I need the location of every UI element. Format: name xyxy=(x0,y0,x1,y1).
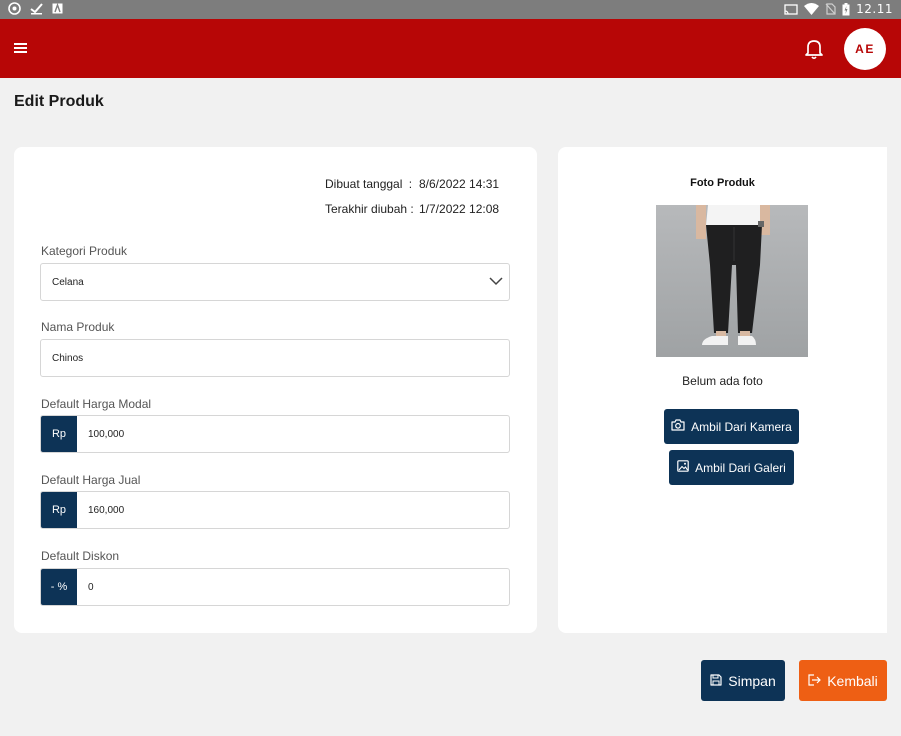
back-button[interactable]: Kembali xyxy=(799,660,887,701)
name-label: Nama Produk xyxy=(41,320,115,334)
exit-icon xyxy=(808,673,822,689)
photo-status: Belum ada foto xyxy=(682,374,763,388)
save-icon xyxy=(710,673,722,689)
percent-prefix: - % xyxy=(41,569,77,605)
cost-price-value: 100,000 xyxy=(88,428,125,440)
cost-price-label: Default Harga Modal xyxy=(41,397,152,411)
app-bar: AE xyxy=(0,19,901,78)
product-name-value: Chinos xyxy=(52,352,84,364)
menu-icon[interactable] xyxy=(14,43,27,54)
gallery-button-label: Ambil Dari Galeri xyxy=(695,460,786,475)
user-avatar[interactable]: AE xyxy=(844,28,886,70)
clock: 12.11 xyxy=(856,2,893,16)
product-form-card: Dibuat tanggal : 8/6/2022 14:31 Terakhir … xyxy=(14,147,537,633)
cost-price-input[interactable]: Rp 100,000 xyxy=(40,415,510,453)
wifi-icon xyxy=(804,3,820,15)
discount-value: 0 xyxy=(88,581,94,593)
updated-date-value: 1/7/2022 12:08 xyxy=(419,202,500,216)
product-photo-card: Foto Produk Belum ada foto Ambil Dari Ka… xyxy=(558,147,887,633)
save-button[interactable]: Simpan xyxy=(701,660,785,701)
sell-price-value: 160,000 xyxy=(88,504,125,516)
no-sim-icon xyxy=(825,3,836,15)
take-from-camera-button[interactable]: Ambil Dari Kamera xyxy=(664,409,799,444)
currency-prefix: Rp xyxy=(41,416,77,452)
camera-button-label: Ambil Dari Kamera xyxy=(691,419,792,434)
take-from-gallery-button[interactable]: Ambil Dari Galeri xyxy=(669,450,794,485)
image-icon xyxy=(677,460,689,475)
updated-date-label: Terakhir diubah : xyxy=(325,202,414,216)
camera-icon xyxy=(671,419,685,434)
product-photo xyxy=(656,205,808,357)
discount-input[interactable]: - % 0 xyxy=(40,568,510,606)
product-name-input[interactable]: Chinos xyxy=(40,339,510,377)
cast-icon xyxy=(784,3,798,15)
updated-date-row: Terakhir diubah : 1/7/2022 12:08 xyxy=(325,202,499,216)
created-date-row: Dibuat tanggal : 8/6/2022 14:31 xyxy=(325,177,499,191)
discount-label: Default Diskon xyxy=(41,549,120,563)
page-title: Edit Produk xyxy=(14,93,104,110)
battery-charging-icon xyxy=(842,2,850,16)
category-select[interactable]: Celana xyxy=(40,263,510,301)
back-button-label: Kembali xyxy=(827,672,878,689)
save-button-label: Simpan xyxy=(728,672,776,689)
sell-price-label: Default Harga Jual xyxy=(41,473,141,487)
app-notification-icon xyxy=(52,3,63,14)
created-date-label: Dibuat tanggal : xyxy=(325,177,413,191)
currency-prefix: Rp xyxy=(41,492,77,528)
category-value: Celana xyxy=(52,276,84,288)
aperture-icon xyxy=(8,2,21,15)
check-icon xyxy=(30,2,43,15)
notification-bell-icon[interactable] xyxy=(804,38,824,60)
created-date-value: 8/6/2022 14:31 xyxy=(419,177,500,191)
photo-title: Foto Produk xyxy=(690,177,755,189)
sell-price-input[interactable]: Rp 160,000 xyxy=(40,491,510,529)
status-bar: 12.11 xyxy=(0,0,901,19)
chevron-down-icon xyxy=(489,276,503,286)
category-label: Kategori Produk xyxy=(41,244,128,258)
